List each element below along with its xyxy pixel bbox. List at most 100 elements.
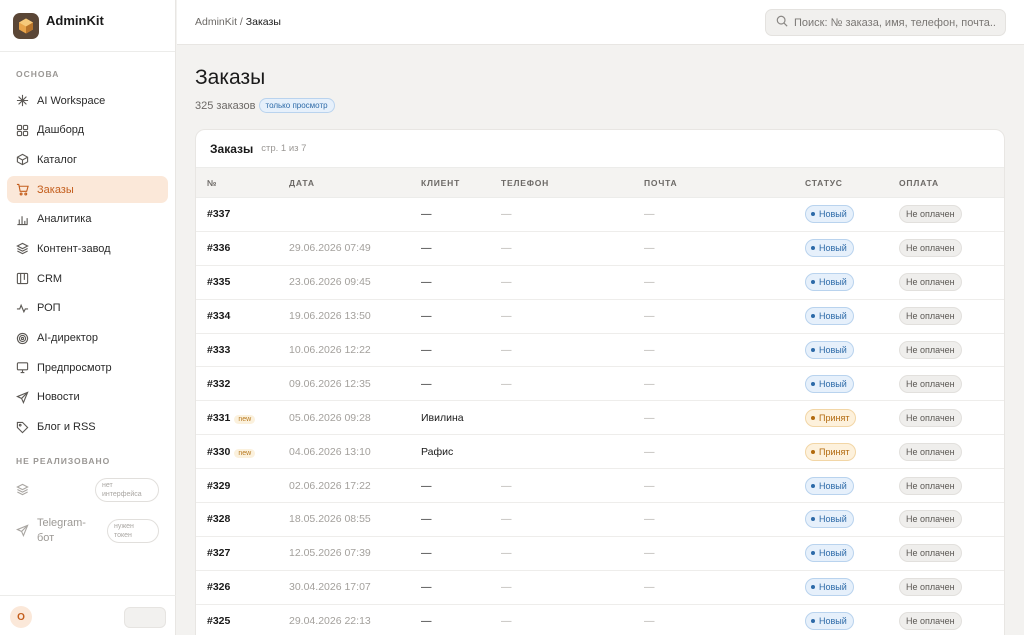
send-icon bbox=[16, 524, 29, 538]
order-number[interactable]: #332 bbox=[207, 378, 230, 390]
table-row[interactable]: #337— — — Новый Не оплачен bbox=[196, 197, 1004, 232]
sidebar-item-ai-director[interactable]: AI-директор bbox=[7, 325, 168, 352]
order-payment-cell: Не оплачен bbox=[899, 400, 1004, 436]
order-status-cell: Новый bbox=[805, 502, 899, 537]
column-header-date[interactable]: ДАТА bbox=[289, 167, 421, 198]
sidebar: AdminKit ОСНОВА AI Workspace Дашборд Кат… bbox=[0, 0, 176, 635]
sidebar-item-blog-rss[interactable]: Блог и RSS bbox=[7, 414, 168, 441]
payment-badge: Не оплачен bbox=[899, 544, 962, 563]
order-number[interactable]: #335 bbox=[207, 276, 230, 288]
order-number-cell[interactable]: #329 bbox=[196, 468, 289, 504]
table-row[interactable]: #331 new 05.06.2026 09:28 Ивилина — Принят Не … bbox=[196, 400, 1004, 436]
order-number[interactable]: #330 bbox=[207, 446, 230, 458]
sidebar-item-crm[interactable]: CRM bbox=[7, 265, 168, 292]
breadcrumb-separator: / bbox=[237, 16, 246, 28]
target-icon bbox=[16, 332, 29, 345]
status-badge: Новый bbox=[805, 239, 854, 258]
order-email: — bbox=[644, 400, 805, 436]
order-payment-cell: Не оплачен bbox=[899, 536, 1004, 571]
status-dot bbox=[811, 449, 815, 454]
order-number[interactable]: #326 bbox=[207, 581, 230, 593]
payment-badge: Не оплачен bbox=[899, 205, 962, 224]
order-number[interactable]: #336 bbox=[207, 242, 230, 254]
table-row[interactable]: #328 18.05.2026 08:55— — — Новый Не оплачен bbox=[196, 502, 1004, 537]
avatar[interactable]: O bbox=[10, 606, 32, 628]
order-number-cell[interactable]: #326 bbox=[196, 570, 289, 605]
sidebar-item-preview[interactable]: Предпросмотр bbox=[7, 354, 168, 381]
order-status-cell: Новый bbox=[805, 197, 899, 232]
sidebar-item-catalog[interactable]: Каталог bbox=[7, 146, 168, 173]
order-number[interactable]: #333 bbox=[207, 344, 230, 356]
order-number-cell[interactable]: #337 bbox=[196, 197, 289, 232]
order-number[interactable]: #334 bbox=[207, 310, 230, 322]
order-number-cell[interactable]: #327 bbox=[196, 536, 289, 571]
sidebar-item-content-factory[interactable]: Контент-завод bbox=[7, 235, 168, 262]
sidebar-item-analytics[interactable]: Аналитика bbox=[7, 206, 168, 233]
brand[interactable]: AdminKit bbox=[0, 0, 175, 52]
order-email: — bbox=[644, 570, 805, 605]
orders-table: № ДАТА КЛИЕНТ ТЕЛЕФОН ПОЧТА СТАТУС ОПЛАТ… bbox=[196, 167, 1004, 635]
sidebar-collapse-button[interactable] bbox=[124, 607, 166, 628]
order-number-cell[interactable]: #331 new bbox=[196, 400, 289, 436]
sidebar-item-rop[interactable]: РОП bbox=[7, 295, 168, 322]
search-input[interactable] bbox=[794, 16, 1004, 29]
order-number-cell[interactable]: #325 bbox=[196, 604, 289, 635]
table-row[interactable]: #326 30.04.2026 17:07— — — Новый Не оплачен bbox=[196, 570, 1004, 605]
sidebar-item-orders[interactable]: Заказы bbox=[7, 176, 168, 204]
order-phone: — bbox=[501, 231, 644, 266]
table-row[interactable]: #333 10.06.2026 12:22— — — Новый Не оплачен bbox=[196, 333, 1004, 368]
table-row[interactable]: #334 19.06.2026 13:50— — — Новый Не оплачен bbox=[196, 299, 1004, 334]
sidebar-item-ai-workspace[interactable]: AI Workspace bbox=[7, 87, 168, 114]
order-status-cell: Новый bbox=[805, 299, 899, 334]
column-header-payment[interactable]: ОПЛАТА bbox=[899, 167, 1004, 198]
status-label: Новый bbox=[819, 243, 847, 254]
search-box[interactable] bbox=[765, 9, 1006, 36]
table-row[interactable]: #325 29.04.2026 22:13— — — Новый Не оплачен bbox=[196, 604, 1004, 635]
bar-chart-icon bbox=[16, 213, 29, 226]
breadcrumb-root[interactable]: AdminKit bbox=[195, 16, 237, 28]
order-date: 04.06.2026 13:10 bbox=[289, 434, 421, 470]
order-number-cell[interactable]: #334 bbox=[196, 299, 289, 334]
sidebar-item-label: Предпросмотр bbox=[37, 361, 112, 374]
order-number[interactable]: #327 bbox=[207, 547, 230, 559]
column-header-client[interactable]: КЛИЕНТ bbox=[421, 167, 501, 198]
status-label: Новый bbox=[819, 616, 847, 627]
sidebar-item-label: Блог и RSS bbox=[37, 421, 96, 434]
cart-icon bbox=[16, 183, 29, 196]
status-dot bbox=[811, 314, 815, 319]
order-number[interactable]: #329 bbox=[207, 480, 230, 492]
order-email: — bbox=[644, 197, 805, 232]
sparkle-icon bbox=[16, 94, 29, 107]
order-number-cell[interactable]: #328 bbox=[196, 502, 289, 537]
status-label: Новый bbox=[819, 311, 847, 322]
table-row[interactable]: #332 09.06.2026 12:35— — — Новый Не оплачен bbox=[196, 366, 1004, 402]
column-header-email[interactable]: ПОЧТА bbox=[644, 167, 805, 198]
order-number[interactable]: #337 bbox=[207, 208, 230, 220]
table-row[interactable]: #330 new 04.06.2026 13:10 Рафис — Принят Не оп… bbox=[196, 434, 1004, 470]
column-header-number[interactable]: № bbox=[196, 167, 289, 198]
order-number-cell[interactable]: #333 bbox=[196, 333, 289, 368]
sidebar-item-dashboard[interactable]: Дашборд bbox=[7, 117, 168, 144]
order-number-cell[interactable]: #330 new bbox=[196, 434, 289, 470]
sidebar-item-telegram-bot[interactable]: Telegram-бот нужен токен bbox=[0, 515, 175, 547]
orders-table-body: #337— — — Новый Не оплачен #336 29.06.2026 07:… bbox=[196, 197, 1004, 635]
table-row[interactable]: #335 23.06.2026 09:45— — — Новый Не оплачен bbox=[196, 265, 1004, 300]
column-header-phone[interactable]: ТЕЛЕФОН bbox=[501, 167, 644, 198]
column-header-status[interactable]: СТАТУС bbox=[805, 167, 899, 198]
table-row[interactable]: #329 02.06.2026 17:22— — — Новый Не оплачен bbox=[196, 468, 1004, 504]
order-number-cell[interactable]: #336 bbox=[196, 231, 289, 266]
sidebar-item-news[interactable]: Новости bbox=[7, 384, 168, 411]
table-row[interactable]: #327 12.05.2026 07:39— — — Новый Не оплачен bbox=[196, 536, 1004, 571]
order-number[interactable]: #328 bbox=[207, 513, 230, 525]
sidebar-item-label: AI Workspace bbox=[37, 94, 106, 107]
order-status-cell: Новый bbox=[805, 231, 899, 266]
order-number[interactable]: #331 bbox=[207, 412, 230, 424]
order-number[interactable]: #325 bbox=[207, 615, 230, 627]
sidebar-item-unimplemented-layers[interactable]: нет интерфейса bbox=[0, 477, 175, 503]
table-row[interactable]: #336 29.06.2026 07:49— — — Новый Не оплачен bbox=[196, 231, 1004, 266]
pagination-info: стр. 1 из 7 bbox=[261, 143, 307, 154]
status-label: Новый bbox=[819, 345, 847, 355]
order-date: 18.05.2026 08:55 bbox=[289, 502, 421, 537]
order-number-cell[interactable]: #335 bbox=[196, 265, 289, 300]
order-number-cell[interactable]: #332 bbox=[196, 366, 289, 402]
